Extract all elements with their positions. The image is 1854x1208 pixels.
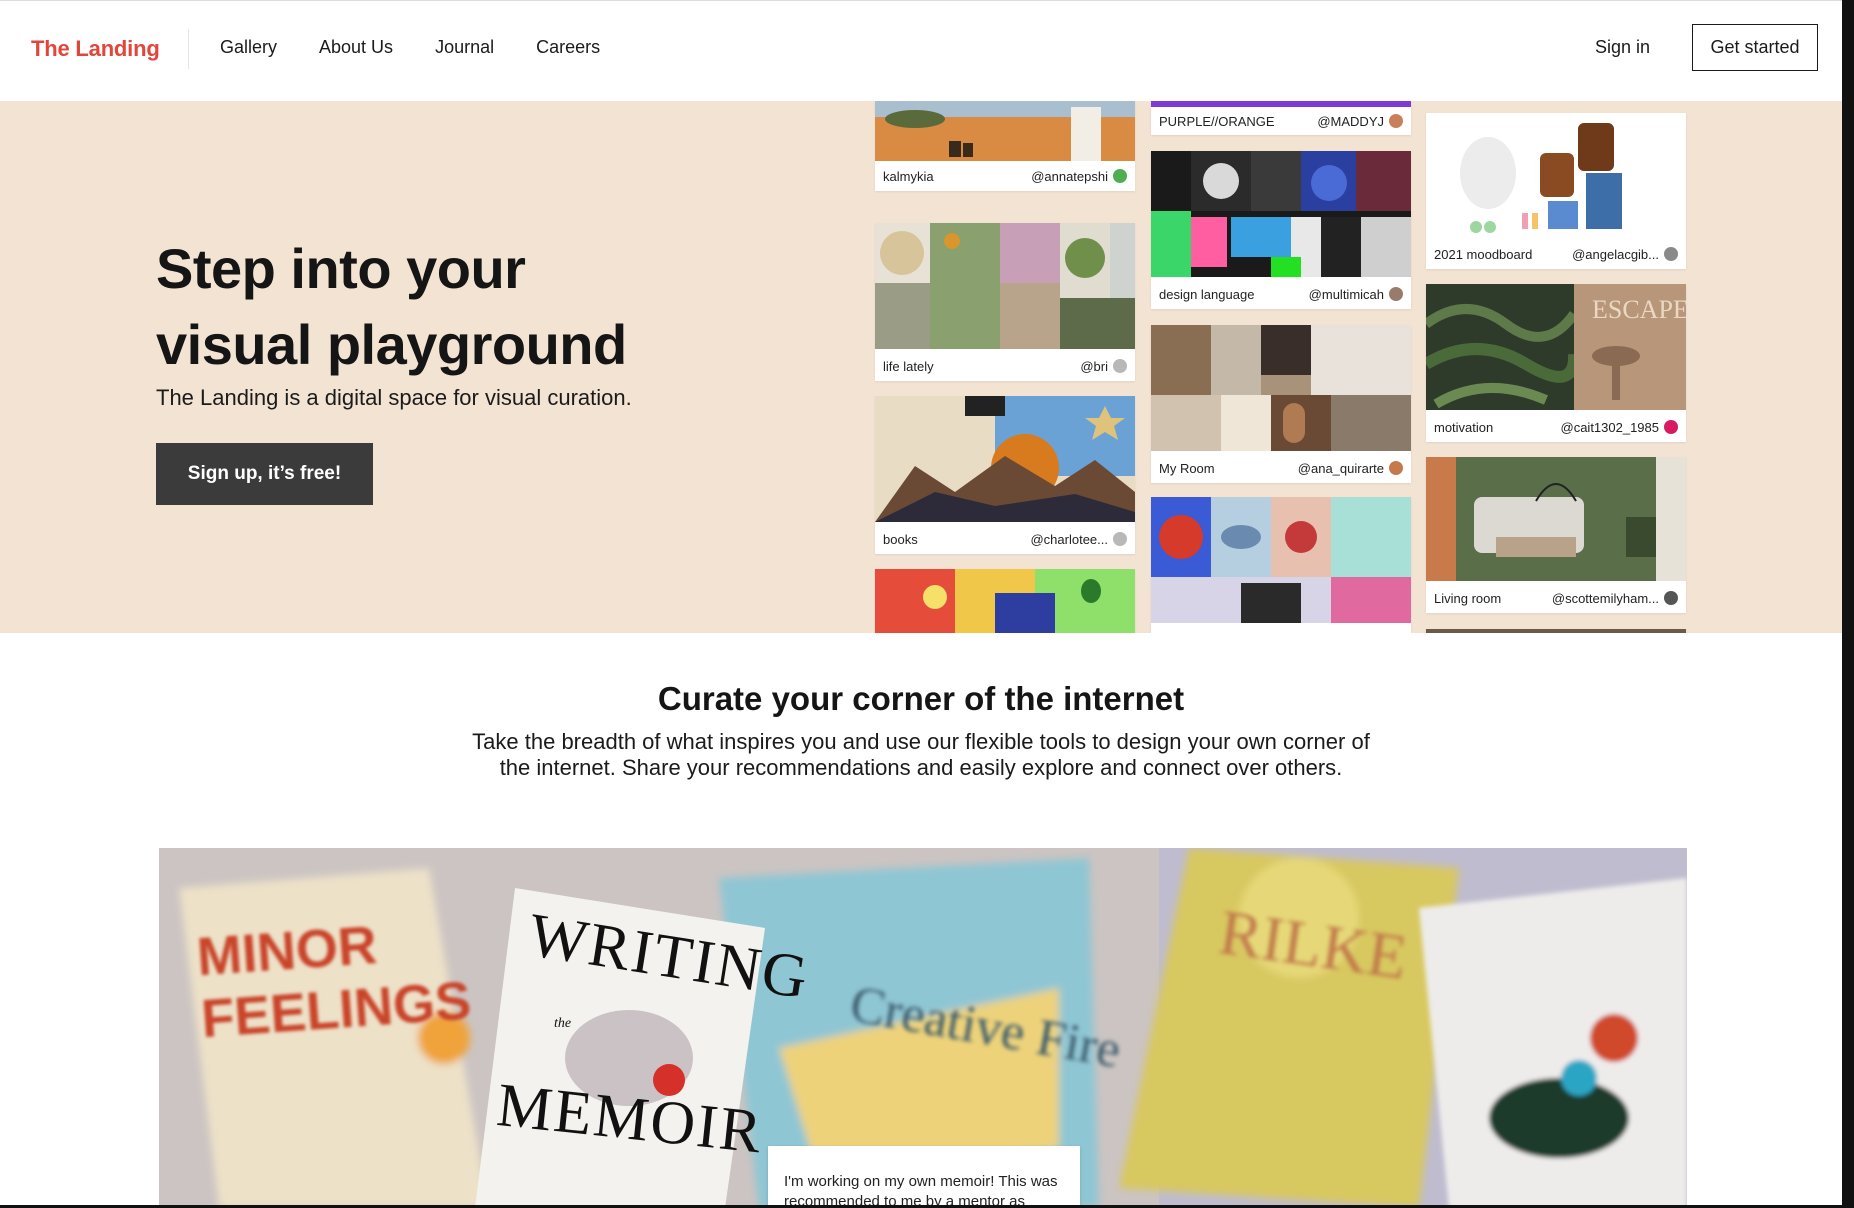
avatar [1389, 287, 1403, 301]
board-card-living-room[interactable]: Living room @scottemilyham... [1426, 457, 1686, 613]
board-image [875, 396, 1135, 522]
book-the-label: the [554, 1016, 572, 1031]
board-card-partial-2[interactable] [1151, 497, 1411, 633]
nav-link-careers[interactable]: Careers [536, 37, 600, 58]
board-image [875, 101, 1135, 161]
book-minor-feelings-label: MINOR FEELINGS [195, 914, 473, 1050]
window-edge-right [1842, 0, 1854, 1208]
board-user[interactable]: @scottemilyham... [1552, 591, 1678, 606]
board-username: @ana_quirarte [1297, 460, 1384, 476]
board-meta: 2021 moodboard @angelacgib... [1426, 239, 1686, 269]
board-title: books [883, 531, 918, 547]
section-body: Take the breadth of what inspires you an… [472, 729, 1370, 780]
avatar [1113, 359, 1127, 373]
board-image [1151, 325, 1411, 451]
board-meta: Living room @scottemilyham... [1426, 583, 1686, 613]
board-username: @scottemilyham... [1551, 590, 1659, 606]
sign-up-button[interactable]: Sign up, it’s free! [156, 443, 373, 505]
board-image [1151, 151, 1411, 277]
board-card-partial-3[interactable] [1426, 629, 1686, 633]
board-username: @MADDYJ [1317, 113, 1384, 129]
board-user[interactable]: @angelacgib... [1572, 247, 1678, 262]
comment-text: I'm working on my own memoir! This was r… [784, 1173, 1058, 1208]
board-card-partial-1[interactable] [875, 569, 1135, 633]
board-title: 2021 moodboard [1434, 246, 1533, 262]
nav-divider [188, 29, 189, 69]
board-card-my-room[interactable]: My Room @ana_quirarte [1151, 325, 1411, 483]
board-meta: My Room @ana_quirarte [1151, 453, 1411, 483]
sign-in-link[interactable]: Sign in [1595, 37, 1650, 58]
board-meta: life lately @bri [875, 351, 1135, 381]
board-meta: design language @multimicah [1151, 279, 1411, 309]
board-title: Living room [1434, 590, 1502, 606]
avatar [1664, 247, 1678, 261]
board-meta: motivation @cait1302_1985 [1426, 412, 1686, 442]
board-title: PURPLE//ORANGE [1159, 113, 1275, 129]
board-meta: PURPLE//ORANGE @MADDYJ [1151, 107, 1411, 135]
hero-subtitle: The Landing is a digital space for visua… [156, 385, 632, 410]
board-card-kalmykia[interactable]: kalmykia @annatepshi [875, 101, 1135, 191]
avatar [1113, 169, 1127, 183]
nav-link-gallery[interactable]: Gallery [220, 37, 277, 58]
board-username: @bri [1080, 358, 1108, 374]
logo[interactable]: The Landing [31, 36, 160, 62]
board-user[interactable]: @multimicah [1309, 287, 1403, 302]
board-username: @charlotee... [1030, 531, 1108, 547]
board-title: motivation [1434, 419, 1494, 435]
board-image [875, 569, 1135, 633]
board-title: My Room [1159, 460, 1215, 476]
board-image: ESCAPE [1426, 284, 1686, 410]
board-user[interactable]: @bri [1080, 359, 1127, 374]
board-username: @annatepshi [1031, 168, 1108, 184]
board-meta: kalmykia @annatepshi [875, 161, 1135, 191]
nav-link-journal[interactable]: Journal [435, 37, 494, 58]
board-user[interactable]: @MADDYJ [1317, 114, 1403, 129]
comment-card[interactable]: I'm working on my own memoir! This was r… [768, 1146, 1080, 1208]
book-minor-feelings-title: MINOR FEELINGS [195, 910, 473, 1050]
board-image [875, 223, 1135, 349]
board-username: @cait1302_1985 [1560, 419, 1660, 435]
get-started-button[interactable]: Get started [1692, 24, 1818, 71]
board-title: design language [1159, 286, 1255, 302]
board-image [1426, 629, 1686, 633]
section-title: Curate your corner of the internet [657, 680, 1185, 717]
board-card-life-lately[interactable]: life lately @bri [875, 223, 1135, 381]
avatar [1664, 420, 1678, 434]
board-username: @angelacgib... [1572, 246, 1659, 262]
board-username: @multimicah [1308, 286, 1384, 302]
board-card-2021-moodboard[interactable]: 2021 moodboard @angelacgib... [1426, 113, 1686, 269]
board-image [1151, 497, 1411, 623]
avatar [1113, 532, 1127, 546]
board-title: kalmykia [883, 168, 934, 184]
avatar [1664, 591, 1678, 605]
board-title: life lately [883, 358, 934, 374]
hero-section: Step into your visual playground The Lan… [0, 101, 1842, 633]
board-card-design-language[interactable]: design language @multimicah [1151, 151, 1411, 309]
board-meta: books @charlotee... [875, 524, 1135, 554]
board-image [1426, 113, 1686, 237]
avatar [1389, 461, 1403, 475]
board-user[interactable]: @annatepshi [1031, 169, 1127, 184]
top-nav: The Landing Gallery About Us Journal Car… [0, 0, 1842, 101]
nav-links: Gallery About Us Journal Careers [220, 37, 642, 58]
hero-title: Step into your visual playground [156, 231, 756, 383]
hero-title-line1: Step into your [156, 237, 526, 300]
hero-title-line2: visual playground [156, 313, 627, 376]
board-card-purple-orange[interactable]: PURPLE//ORANGE @MADDYJ [1151, 101, 1411, 135]
board-card-motivation[interactable]: ESCAPE motivation @cait1302_1985 [1426, 284, 1686, 442]
board-card-books[interactable]: books @charlotee... [875, 396, 1135, 554]
board-user[interactable]: @ana_quirarte [1298, 461, 1403, 476]
board-user[interactable]: @charlotee... [1030, 532, 1127, 547]
nav-link-about-us[interactable]: About Us [319, 37, 393, 58]
book-writing-memoir-the: the [554, 1016, 571, 1032]
svg-text:ESCAPE: ESCAPE [1592, 295, 1686, 324]
board-image [1426, 457, 1686, 581]
avatar [1389, 114, 1403, 128]
board-user[interactable]: @cait1302_1985 [1560, 419, 1678, 435]
